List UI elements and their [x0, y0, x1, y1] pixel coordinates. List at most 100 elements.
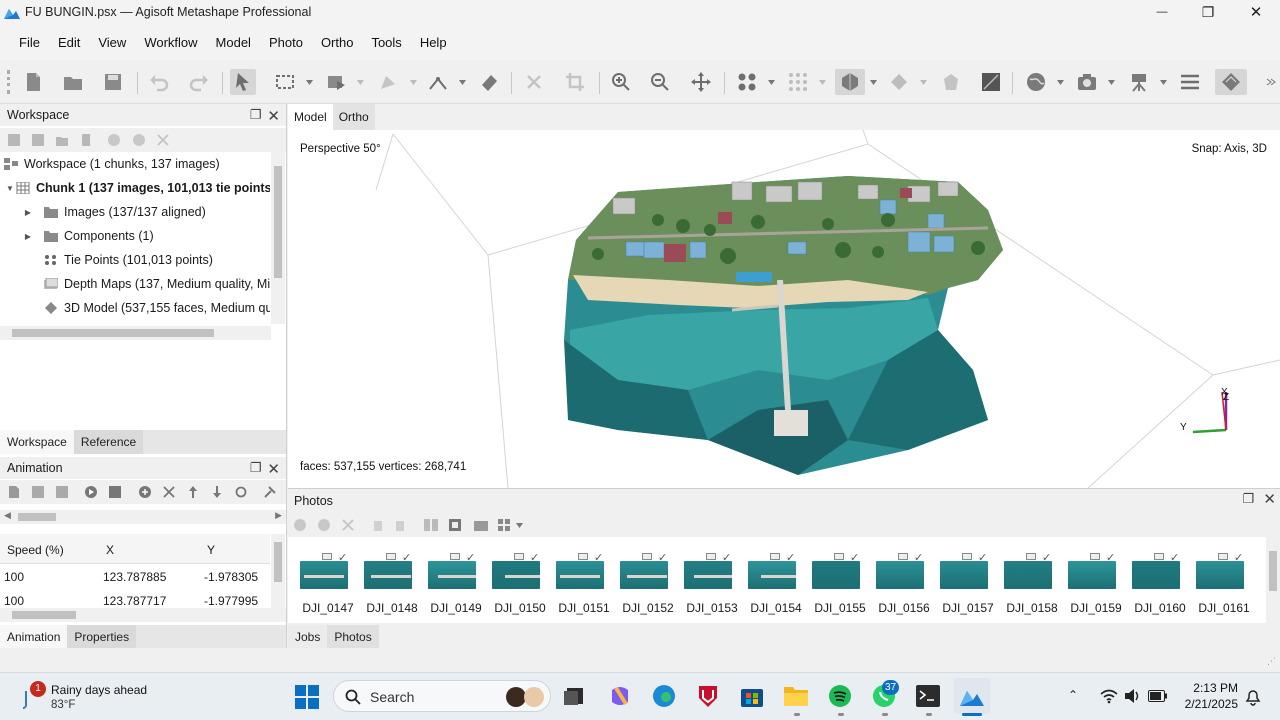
move-up-icon[interactable]	[187, 486, 199, 498]
photo-thumbnail[interactable]: ✓ DJI_0153	[684, 537, 748, 623]
chevron-down-icon[interactable]	[819, 80, 826, 85]
taskbar-search[interactable]: Search	[333, 680, 551, 712]
refresh-icon[interactable]	[235, 486, 247, 498]
add-keyframe-icon[interactable]	[139, 486, 151, 498]
tree-workspace-root[interactable]: Workspace (1 chunks, 137 images)	[4, 152, 220, 176]
close-panel-icon[interactable]: ✕	[267, 107, 280, 125]
reset-view-icon[interactable]	[688, 69, 714, 95]
add-chunk-icon[interactable]	[8, 134, 20, 146]
close-panel-icon[interactable]: ✕	[267, 460, 280, 478]
photo-thumbnail[interactable]: ✓ DJI_0148	[364, 537, 428, 623]
tree-components[interactable]: ▶ Components (1)	[22, 224, 154, 248]
filter-icon[interactable]	[424, 519, 438, 531]
chevron-down-icon[interactable]	[1108, 80, 1115, 85]
dem-view-icon[interactable]	[938, 69, 964, 95]
texture-mesh-icon[interactable]	[1215, 69, 1247, 95]
chevron-down-icon[interactable]	[870, 80, 877, 85]
expand-arrow-icon[interactable]: ▶	[22, 208, 34, 217]
system-clock[interactable]: 2:13 PM 2/21/2025	[1176, 681, 1238, 711]
notification-bell-icon[interactable]	[1244, 688, 1262, 706]
chevron-down-icon[interactable]	[920, 80, 927, 85]
photos-vertical-scrollbar[interactable]	[1266, 537, 1280, 623]
tab-ortho[interactable]: Ortho	[332, 104, 375, 130]
menu-edit[interactable]: Edit	[49, 31, 89, 54]
mcafee-icon[interactable]	[694, 682, 722, 710]
mask-icon[interactable]	[474, 519, 488, 531]
menu-tools[interactable]: Tools	[362, 31, 410, 54]
undo-icon[interactable]	[146, 69, 172, 95]
eraser-icon[interactable]	[476, 69, 502, 95]
photo-thumbnail[interactable]: ✓ DJI_0159	[1068, 537, 1132, 623]
menu-file[interactable]: File	[10, 31, 49, 54]
animation-vertical-scrollbar[interactable]	[271, 534, 285, 608]
add-folder-icon[interactable]	[56, 134, 68, 146]
metashape-taskbar-icon[interactable]	[954, 678, 990, 714]
capture-video-icon[interactable]	[109, 486, 121, 498]
tab-photos[interactable]: Photos	[327, 625, 379, 649]
menu-view[interactable]: View	[89, 31, 135, 54]
terminal-icon[interactable]	[914, 682, 942, 710]
show-hidden-icons-chevron-icon[interactable]: ⌃	[1068, 688, 1078, 702]
chevron-down-icon[interactable]	[357, 80, 364, 85]
photo-thumbnail[interactable]: ✓ DJI_0147	[300, 537, 364, 623]
rotate-left-icon[interactable]	[371, 519, 383, 531]
workspace-horizontal-scrollbar[interactable]	[0, 326, 271, 340]
photo-thumbnail[interactable]: ✓ DJI_0155	[812, 537, 876, 623]
photo-thumbnail[interactable]: ✓ DJI_0152	[620, 537, 684, 623]
animation-timeline-scrollbar[interactable]: ◀ ▶	[0, 510, 286, 524]
rotate-right-icon[interactable]	[395, 519, 407, 531]
edge-browser-icon[interactable]	[650, 682, 678, 710]
enable-icon[interactable]	[108, 134, 120, 146]
file-explorer-icon[interactable]	[782, 682, 810, 710]
menu-photo[interactable]: Photo	[260, 31, 312, 54]
model-view[interactable]: Model Ortho Perspective 50° Snap: Axis, …	[288, 104, 1280, 488]
marker-tripod-icon[interactable]	[1126, 69, 1152, 95]
camera-icon[interactable]	[1074, 69, 1100, 95]
tab-workspace[interactable]: Workspace	[0, 430, 74, 454]
table-row[interactable]: 100 123.787885 -1.978305	[0, 564, 270, 588]
resize-grip-icon[interactable]: ⋰	[1267, 656, 1276, 667]
toolbar-overflow-icon[interactable]	[1264, 69, 1278, 95]
column-header-y[interactable]: Y	[207, 543, 215, 557]
animation-horizontal-scrollbar[interactable]	[0, 608, 286, 622]
delete-keyframe-icon[interactable]	[163, 486, 175, 498]
3d-model-scene[interactable]	[288, 130, 1280, 488]
scroll-left-icon[interactable]: ◀	[4, 510, 11, 521]
view-mode-icon[interactable]	[498, 519, 510, 531]
move-down-icon[interactable]	[211, 486, 223, 498]
tab-model[interactable]: Model	[288, 104, 333, 130]
expand-arrow-icon[interactable]: ▶	[22, 232, 34, 241]
remove-items-icon[interactable]	[157, 134, 169, 146]
column-header-speed[interactable]: Speed (%)	[7, 543, 64, 557]
ruler-icon[interactable]	[425, 69, 451, 95]
add-photos-icon[interactable]	[32, 134, 44, 146]
spotify-icon[interactable]	[826, 682, 854, 710]
copilot-icon[interactable]	[606, 682, 634, 710]
disable-icon[interactable]	[133, 134, 145, 146]
new-project-icon[interactable]	[20, 69, 46, 95]
zoom-out-icon[interactable]	[647, 69, 673, 95]
import-icon[interactable]	[80, 134, 92, 146]
photo-thumbnail[interactable]: ✓ DJI_0149	[428, 537, 492, 623]
shaded-image-icon[interactable]	[978, 69, 1004, 95]
photo-thumbnail[interactable]: ✓ DJI_0156	[876, 537, 940, 623]
chevron-down-icon[interactable]	[306, 80, 313, 85]
chevron-down-icon[interactable]	[516, 523, 523, 528]
rectangle-selection-icon[interactable]	[272, 69, 298, 95]
undock-icon[interactable]: ❐	[250, 460, 262, 478]
chevron-down-icon[interactable]	[410, 80, 417, 85]
tab-reference[interactable]: Reference	[73, 430, 144, 454]
new-track-icon[interactable]	[8, 486, 20, 498]
undock-icon[interactable]: ❐	[250, 107, 262, 125]
close-panel-icon[interactable]: ✕	[1263, 490, 1276, 508]
tab-properties[interactable]: Properties	[67, 625, 137, 649]
toolbar-grip[interactable]	[7, 70, 10, 94]
model-textured-view-icon[interactable]	[835, 69, 865, 95]
navigation-cursor-icon[interactable]	[230, 69, 256, 95]
table-row[interactable]: 100 123.787717 -1.977995	[0, 588, 270, 608]
chevron-down-icon[interactable]	[768, 80, 775, 85]
windows-start-icon[interactable]	[293, 683, 321, 711]
photo-thumbnail[interactable]: ✓ DJI_0150	[492, 537, 556, 623]
chevron-down-icon[interactable]	[459, 80, 466, 85]
photo-thumbnail[interactable]: ✓ DJI_0154	[748, 537, 812, 623]
